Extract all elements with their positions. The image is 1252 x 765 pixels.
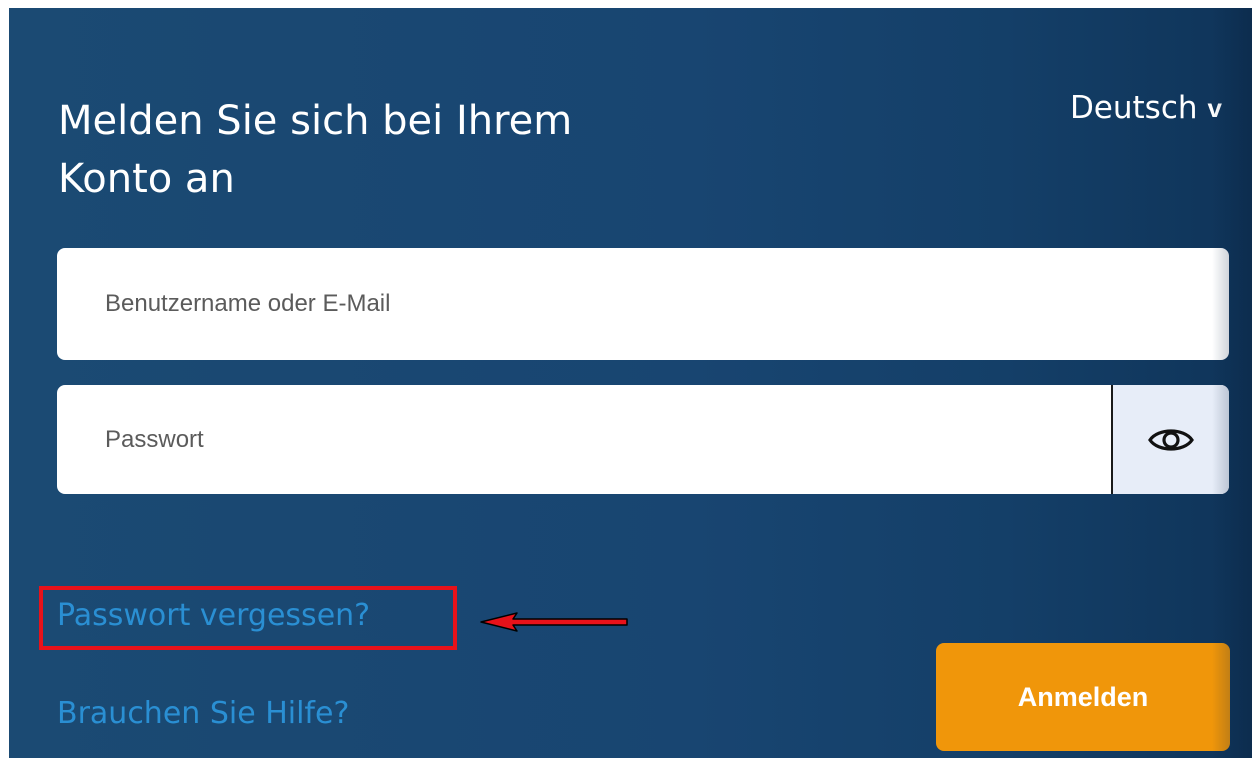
help-link[interactable]: Brauchen Sie Hilfe? (57, 694, 349, 734)
forgot-password-link[interactable]: Passwort vergessen? (57, 596, 370, 636)
username-field[interactable] (57, 248, 1229, 360)
red-arrow-left-icon (480, 612, 628, 632)
password-input[interactable] (57, 385, 1110, 494)
username-input[interactable] (57, 248, 1229, 360)
page-title: Melden Sie sich bei Ihrem Konto an (58, 98, 573, 202)
chevron-down-icon: v (1207, 93, 1222, 123)
language-selector[interactable]: Deutsch v (1070, 88, 1222, 128)
language-label: Deutsch (1069, 90, 1198, 126)
login-button[interactable]: Anmelden (936, 643, 1230, 751)
login-panel: Melden Sie sich bei Ihrem Konto an Deuts… (9, 8, 1252, 758)
eye-icon (1148, 428, 1194, 451)
password-field[interactable] (57, 385, 1229, 494)
show-password-button[interactable] (1111, 385, 1229, 494)
